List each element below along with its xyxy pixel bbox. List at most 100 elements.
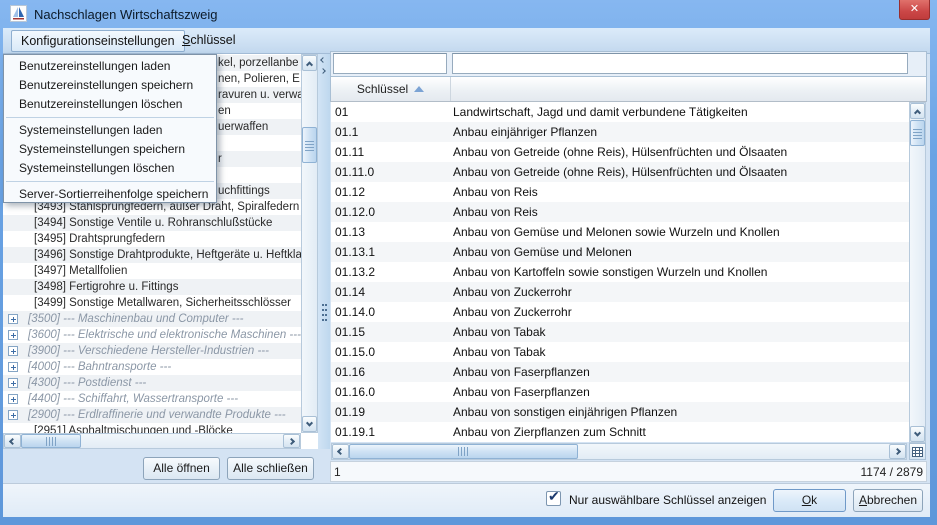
expand-plus-icon[interactable]	[8, 330, 18, 340]
grid-row[interactable]: 01.11Anbau von Getreide (ohne Reis), Hül…	[331, 142, 909, 162]
expand-plus-icon[interactable]	[8, 378, 18, 388]
grid-row[interactable]: 01.14Anbau von Zuckerrohr	[331, 282, 909, 302]
scroll-down-button[interactable]	[910, 426, 925, 442]
scroll-thumb[interactable]	[349, 444, 578, 459]
tree-row[interactable]: [3495] Drahtsprungfedern	[3, 231, 301, 247]
scroll-left-button[interactable]	[332, 444, 349, 459]
tree-row-group[interactable]: [4000] --- Bahntransporte ---	[3, 359, 301, 375]
menu-item-save-user-settings[interactable]: Benutzereinstellungen speichern	[4, 76, 216, 95]
thumb-grip	[46, 437, 57, 446]
grid-horizontal-scrollbar[interactable]	[331, 443, 907, 460]
chevron-left-icon	[337, 448, 344, 455]
menu-item-save-system-settings[interactable]: Systemeinstellungen speichern	[4, 140, 216, 159]
cancel-button[interactable]: Abbrechen	[853, 489, 923, 512]
scroll-thumb[interactable]	[910, 120, 925, 146]
chevron-up-icon	[306, 61, 313, 68]
chevron-down-icon	[914, 429, 921, 436]
open-all-button[interactable]: Alle öffnen	[143, 457, 220, 480]
grid-row[interactable]: 01.1Anbau einjähriger Pflanzen	[331, 122, 909, 142]
tree-row[interactable]: [2951] Asphaltmischungen und -Blöcke	[3, 423, 301, 433]
expand-plus-icon[interactable]	[8, 314, 18, 324]
panel-splitter[interactable]	[318, 54, 330, 449]
tree-row[interactable]: [3499] Sonstige Metallwaren, Sicherheits…	[3, 295, 301, 311]
scroll-up-button[interactable]	[302, 55, 317, 71]
tree-row[interactable]: [3497] Metallfolien	[3, 263, 301, 279]
grid-row[interactable]: 01.14.0Anbau von Zuckerrohr	[331, 302, 909, 322]
grid-row[interactable]: 01.13Anbau von Gemüse und Melonen sowie …	[331, 222, 909, 242]
grid-row[interactable]: 01.11.0Anbau von Getreide (ohne Reis), H…	[331, 162, 909, 182]
tree-row-group[interactable]: [3500] --- Maschinenbau und Computer ---	[3, 311, 301, 327]
sort-ascending-icon	[414, 86, 424, 92]
column-chooser-button[interactable]	[909, 443, 926, 460]
menu-item-load-user-settings[interactable]: Benutzereinstellungen laden	[4, 57, 216, 76]
scroll-down-button[interactable]	[302, 416, 317, 432]
selectable-keys-checkbox[interactable]: ✔	[546, 491, 561, 506]
expand-plus-icon[interactable]	[8, 410, 18, 420]
thumb-grip	[913, 128, 922, 139]
menu-configuration[interactable]: Konfigurationseinstellungen	[11, 30, 185, 52]
tree-row-group[interactable]: [2900] --- Erdlraffinerie und verwandte …	[3, 407, 301, 423]
grid-row[interactable]: 01.12Anbau von Reis	[331, 182, 909, 202]
table-grid-icon	[912, 447, 923, 457]
tree-row-group[interactable]: [4400] --- Schiffahrt, Wassertransporte …	[3, 391, 301, 407]
tree-row[interactable]: [3494] Sonstige Ventile u. Rohranschlußs…	[3, 215, 301, 231]
tree-row-group[interactable]: [3900] --- Verschiedene Hersteller-Indus…	[3, 343, 301, 359]
grid-row[interactable]: 01Landwirtschaft, Jagd und damit verbund…	[331, 102, 909, 122]
collapse-right-icon[interactable]	[320, 68, 326, 74]
tree-row-group[interactable]: [4300] --- Postdienst ---	[3, 375, 301, 391]
configuration-dropdown-menu: Benutzereinstellungen laden Benutzereins…	[3, 54, 217, 203]
row-count-indicator: 1174 / 2879	[860, 465, 923, 479]
grid-row[interactable]: 01.12.0Anbau von Reis	[331, 202, 909, 222]
grid-row[interactable]: 01.19Anbau von sonstigen einjährigen Pfl…	[331, 402, 909, 422]
dialog-footer: ✔ Nur auswählbare Schlüssel anzeigen Ok …	[3, 483, 930, 517]
text-filter-input[interactable]	[452, 53, 908, 74]
menu-item-load-system-settings[interactable]: Systemeinstellungen laden	[4, 121, 216, 140]
scroll-thumb[interactable]	[302, 127, 317, 163]
key-filter-input[interactable]	[333, 53, 447, 74]
menu-schluessel[interactable]: Schlüssel	[173, 30, 245, 52]
chevron-left-icon	[9, 437, 16, 444]
grid-header: Schlüssel	[330, 76, 927, 102]
window-title: Nachschlagen Wirtschaftszweig	[34, 7, 218, 22]
grid-row[interactable]: 01.19.1Anbau von Zierpflanzen zum Schnit…	[331, 422, 909, 442]
checkbox-label: Nur auswählbare Schlüssel anzeigen	[569, 493, 766, 507]
scroll-right-button[interactable]	[889, 444, 906, 459]
scroll-left-button[interactable]	[4, 434, 21, 448]
menu-item-delete-system-settings[interactable]: Systemeinstellungen löschen	[4, 159, 216, 178]
expand-plus-icon[interactable]	[8, 362, 18, 372]
expand-plus-icon[interactable]	[8, 394, 18, 404]
thumb-grip	[458, 447, 469, 456]
chevron-up-icon	[914, 109, 921, 116]
column-header-schluessel[interactable]: Schlüssel	[331, 77, 451, 101]
scroll-thumb[interactable]	[21, 434, 81, 448]
expand-plus-icon[interactable]	[8, 346, 18, 356]
scroll-right-button[interactable]	[283, 434, 300, 448]
grid-vertical-scrollbar[interactable]	[909, 102, 926, 443]
tree-vertical-scrollbar[interactable]	[301, 54, 318, 433]
menu-item-delete-user-settings[interactable]: Benutzereinstellungen löschen	[4, 95, 216, 114]
menu-item-save-server-sort-order[interactable]: Server-Sortierreihenfolge speichern	[4, 185, 216, 204]
ok-button[interactable]: Ok	[773, 489, 846, 512]
dialog-window: Nachschlagen Wirtschaftszweig ✕ Konfigur…	[0, 0, 937, 525]
tree-row[interactable]: [3496] Sonstige Drahtprodukte, Heftgerät…	[3, 247, 301, 263]
grid-row[interactable]: 01.16Anbau von Faserpflanzen	[331, 362, 909, 382]
tree-horizontal-scrollbar[interactable]	[3, 433, 301, 449]
tree-row-group[interactable]: [3600] --- Elektrische und elektronische…	[3, 327, 301, 343]
grid-row[interactable]: 01.16.0Anbau von Faserpflanzen	[331, 382, 909, 402]
chevron-right-icon	[288, 437, 295, 444]
scroll-up-button[interactable]	[910, 103, 925, 119]
menu-separator	[6, 117, 214, 118]
grid-row[interactable]: 01.15Anbau von Tabak	[331, 322, 909, 342]
close-all-button[interactable]: Alle schließen	[227, 457, 314, 480]
collapse-left-icon[interactable]	[320, 57, 326, 63]
grid-row[interactable]: 01.15.0Anbau von Tabak	[331, 342, 909, 362]
close-button[interactable]: ✕	[899, 0, 930, 20]
tree-row[interactable]: [3498] Fertigrohre u. Fittings	[3, 279, 301, 295]
grid-row[interactable]: 01.13.2Anbau von Kartoffeln sowie sonsti…	[331, 262, 909, 282]
app-sailboat-icon	[10, 5, 27, 22]
grid-row[interactable]: 01.13.1Anbau von Gemüse und Melonen	[331, 242, 909, 262]
title-bar[interactable]: Nachschlagen Wirtschaftszweig ✕	[0, 0, 937, 28]
menu-separator	[6, 181, 214, 182]
current-row-indicator: 1	[334, 465, 341, 479]
thumb-grip	[305, 140, 314, 151]
